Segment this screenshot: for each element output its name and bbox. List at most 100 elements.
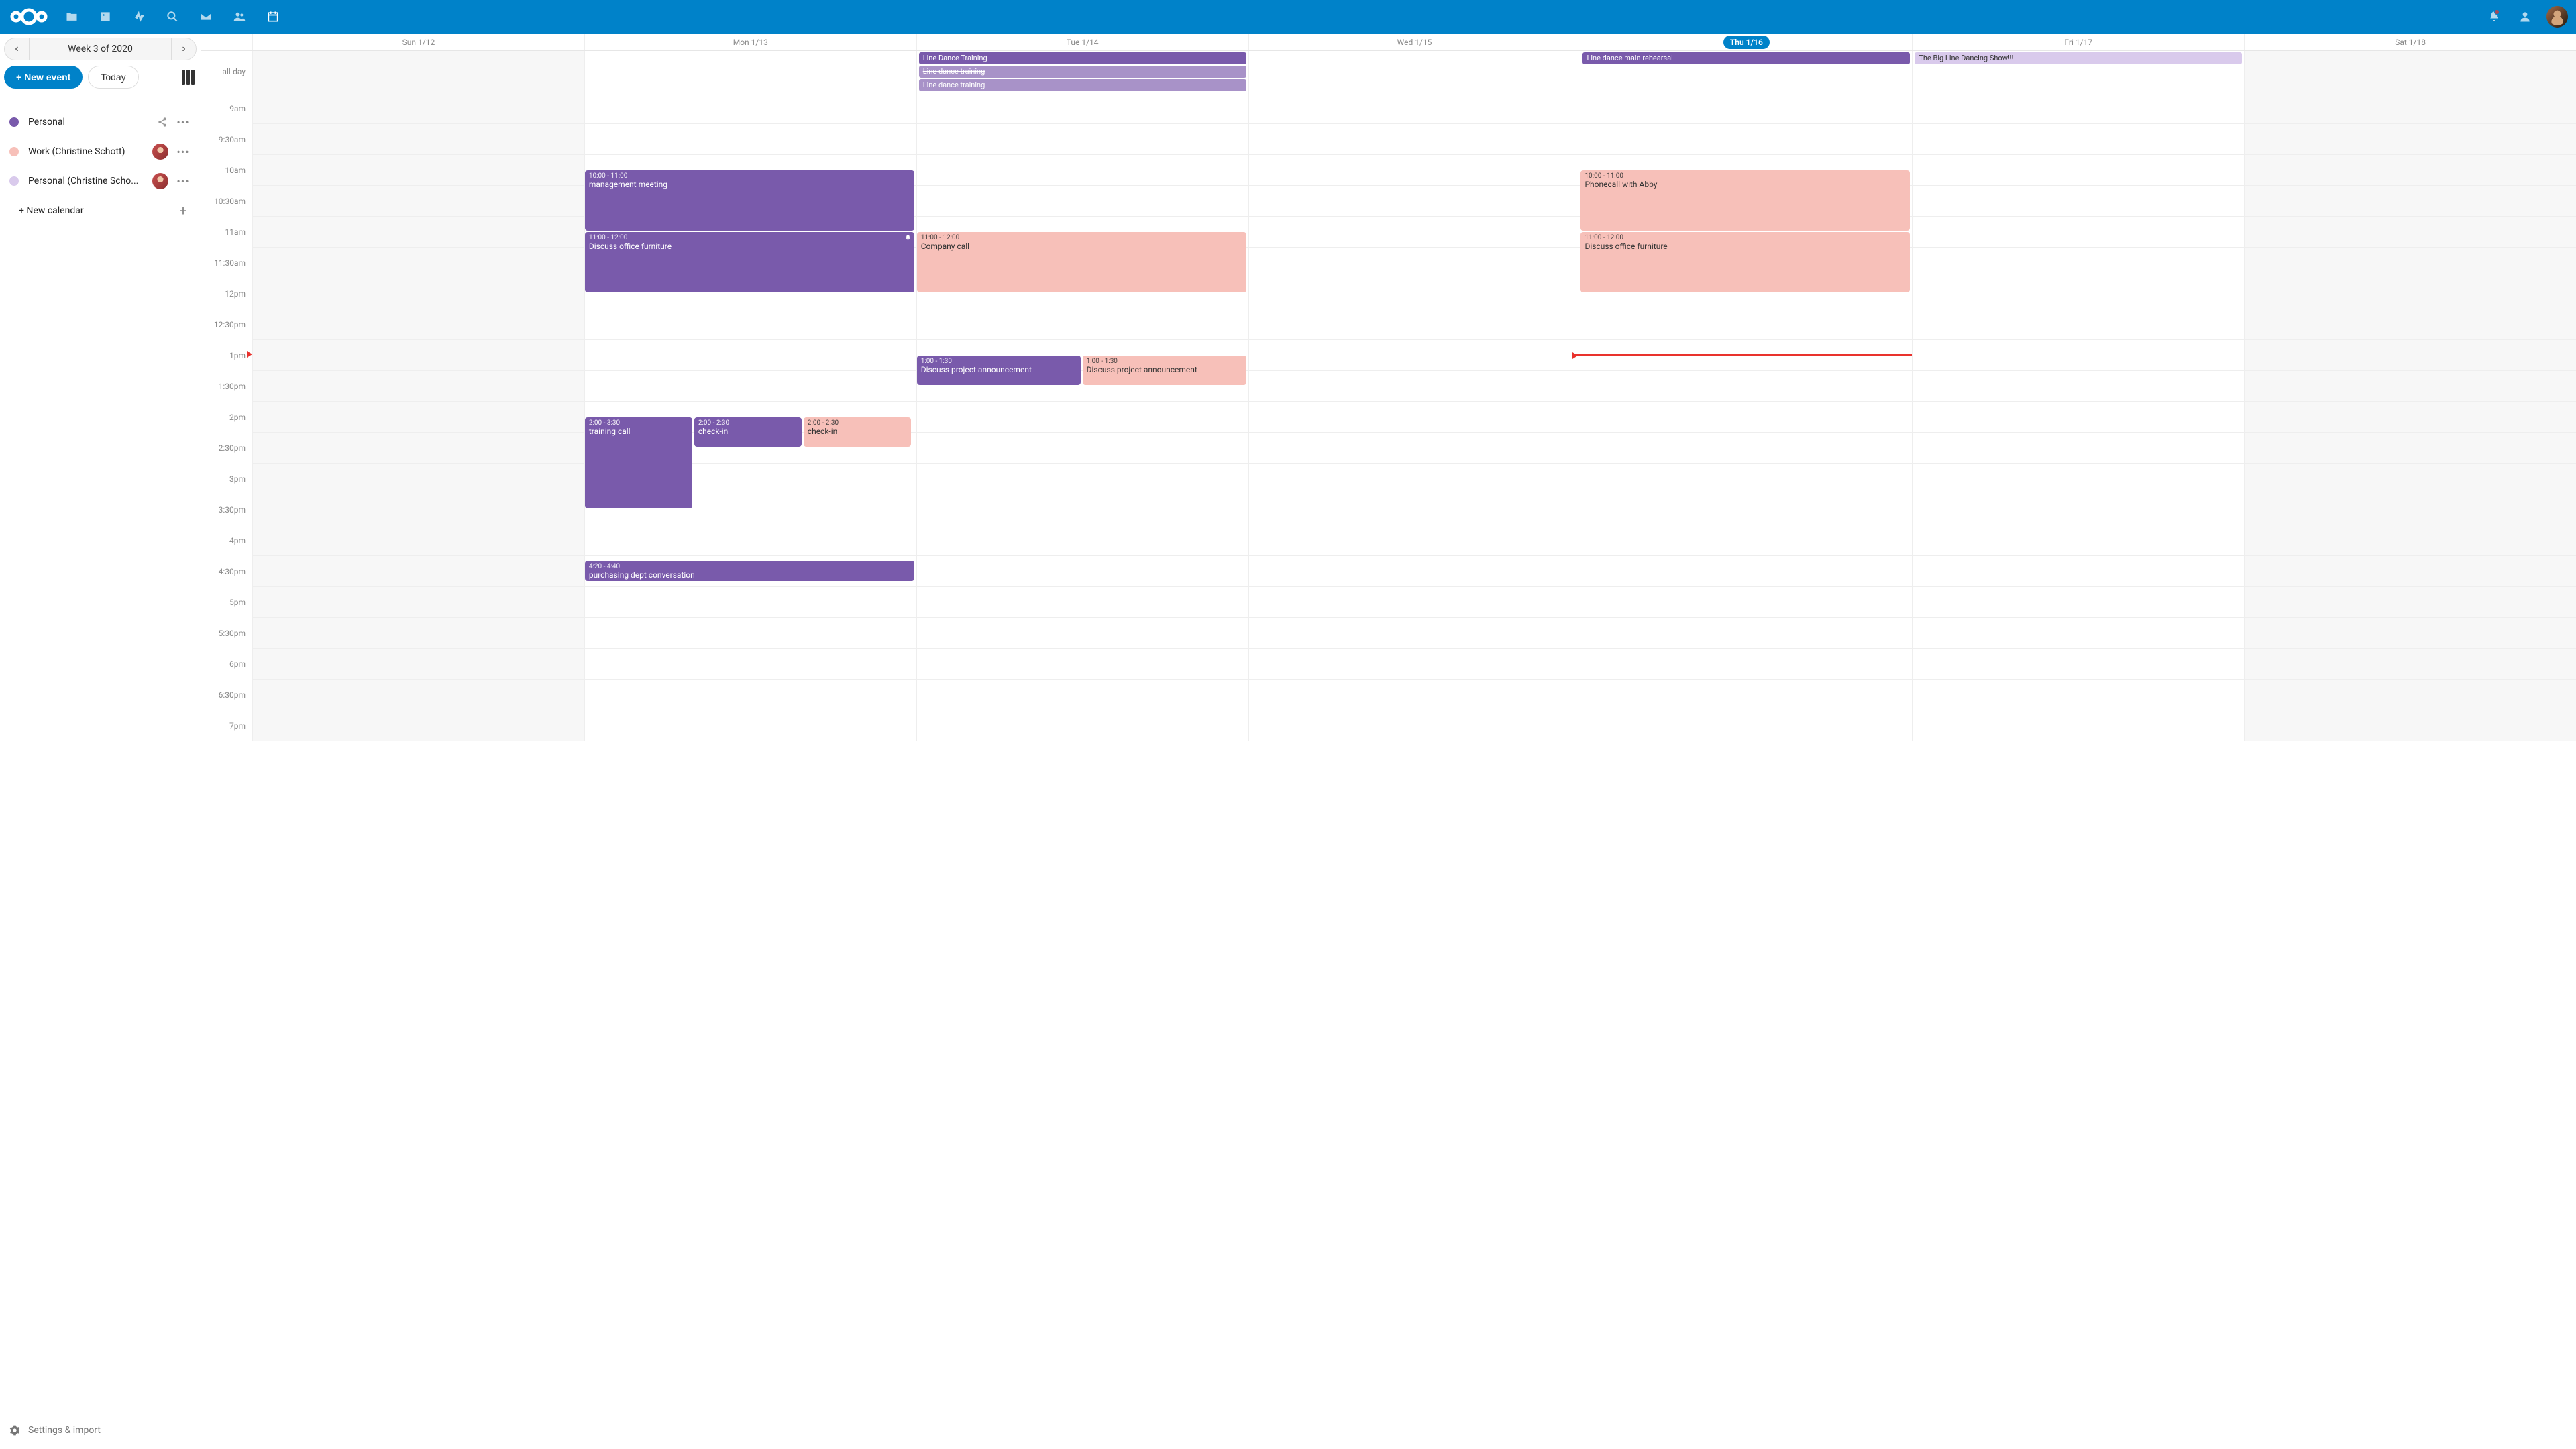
- calendar-event[interactable]: 2:00 - 2:30check-in: [694, 417, 802, 447]
- settings-label: Settings & import: [28, 1425, 101, 1436]
- today-button[interactable]: Today: [88, 66, 138, 89]
- event-time: 11:00 - 12:00: [921, 234, 1242, 241]
- new-event-button[interactable]: + New event: [4, 66, 83, 89]
- day-header[interactable]: Tue 1/14: [916, 34, 1248, 50]
- time-label: 6:30pm: [201, 680, 252, 710]
- day-column[interactable]: [2244, 93, 2576, 741]
- calendar-event[interactable]: 10:00 - 11:00management meeting: [585, 170, 914, 231]
- day-column[interactable]: 10:00 - 11:00Phonecall with Abby11:00 - …: [1580, 93, 1912, 741]
- day-header[interactable]: Sun 1/12: [252, 34, 584, 50]
- day-column[interactable]: 10:00 - 11:00management meeting11:00 - 1…: [584, 93, 916, 741]
- prev-week-button[interactable]: ‹: [5, 38, 29, 60]
- nextcloud-logo[interactable]: [8, 5, 50, 28]
- calendar-event[interactable]: 10:00 - 11:00Phonecall with Abby: [1580, 170, 1910, 231]
- settings-import-button[interactable]: Settings & import: [4, 1415, 197, 1445]
- allday-cell[interactable]: The Big Line Dancing Show!!!: [1912, 51, 2244, 93]
- calendar-color-dot: [9, 176, 19, 186]
- calendar-event[interactable]: 11:00 - 12:00Discuss office furniture: [1580, 232, 1910, 292]
- allday-event[interactable]: The Big Line Dancing Show!!!: [1915, 52, 2242, 64]
- time-label: 11:30am: [201, 248, 252, 278]
- activity-icon[interactable]: [122, 0, 156, 34]
- next-week-button[interactable]: ›: [172, 38, 196, 60]
- day-column[interactable]: [1912, 93, 2244, 741]
- now-indicator: [1575, 354, 1912, 356]
- search-icon[interactable]: [156, 0, 189, 34]
- event-title: purchasing dept conversation: [589, 570, 910, 580]
- share-icon[interactable]: [158, 117, 168, 127]
- mail-icon[interactable]: [189, 0, 223, 34]
- day-header[interactable]: Thu 1/16: [1580, 34, 1912, 50]
- reminder-bell-icon: [904, 234, 912, 241]
- day-header[interactable]: Sat 1/18: [2244, 34, 2576, 50]
- event-title: check-in: [698, 427, 798, 437]
- allday-cell[interactable]: [2244, 51, 2576, 93]
- time-label: 10:30am: [201, 186, 252, 217]
- day-column[interactable]: [252, 93, 584, 741]
- event-time: 2:00 - 3:30: [589, 419, 688, 427]
- calendar-icon[interactable]: [256, 0, 290, 34]
- allday-event[interactable]: Line dance training: [919, 79, 1246, 91]
- time-label: 4pm: [201, 525, 252, 556]
- allday-cell[interactable]: Line dance main rehearsal: [1580, 51, 1912, 93]
- day-header[interactable]: Mon 1/13: [584, 34, 916, 50]
- allday-cell[interactable]: [584, 51, 916, 93]
- calendar-more-icon[interactable]: •••: [175, 175, 191, 188]
- time-label: 3pm: [201, 464, 252, 494]
- calendar-name: Work (Christine Schott): [28, 146, 152, 157]
- event-title: Phonecall with Abby: [1585, 180, 1906, 190]
- time-label: 1pm: [201, 340, 252, 371]
- notifications-icon[interactable]: [2479, 0, 2509, 34]
- day-label: Thu 1/16: [1723, 36, 1770, 49]
- day-label: Fri 1/17: [2064, 38, 2092, 47]
- calendar-item[interactable]: Work (Christine Schott) •••: [4, 137, 197, 166]
- calendar-item[interactable]: Personal (Christine Scho...•••: [4, 166, 197, 196]
- day-header[interactable]: Fri 1/17: [1912, 34, 2244, 50]
- contacts-icon[interactable]: [223, 0, 256, 34]
- new-calendar-button[interactable]: + New calendar+: [4, 196, 197, 225]
- day-column[interactable]: [1248, 93, 1580, 741]
- shared-by-avatar: [152, 173, 168, 189]
- day-column[interactable]: 11:00 - 12:00Company call 1:00 - 1:30Disc…: [916, 93, 1248, 741]
- calendar-more-icon[interactable]: •••: [175, 116, 191, 129]
- event-time: 1:00 - 1:30: [1087, 358, 1242, 365]
- time-label: 2pm: [201, 402, 252, 433]
- event-time: 10:00 - 11:00: [1585, 172, 1906, 180]
- allday-cell[interactable]: [252, 51, 584, 93]
- photos-icon[interactable]: [89, 0, 122, 34]
- day-label: Sat 1/18: [2395, 38, 2426, 47]
- calendar-event[interactable]: 1:00 - 1:30Discuss project announcement: [1083, 356, 1246, 385]
- view-toggle-icon[interactable]: [182, 70, 197, 85]
- time-label: 7pm: [201, 710, 252, 741]
- event-title: training call: [589, 427, 688, 437]
- contacts-menu-icon[interactable]: [2510, 0, 2540, 34]
- allday-cell[interactable]: [1248, 51, 1580, 93]
- calendar-item[interactable]: Personal•••: [4, 107, 197, 137]
- calendar-event[interactable]: 11:00 - 12:00Discuss office furniture: [585, 232, 914, 292]
- time-label: 9:30am: [201, 124, 252, 155]
- calendar-event[interactable]: 4:20 - 4:40purchasing dept conversation: [585, 561, 914, 580]
- time-label: 6pm: [201, 649, 252, 680]
- calendar-color-dot: [9, 147, 19, 156]
- calendar-more-icon[interactable]: •••: [175, 146, 191, 158]
- files-icon[interactable]: [55, 0, 89, 34]
- calendar-event[interactable]: 11:00 - 12:00Company call: [917, 232, 1246, 292]
- event-time: 2:00 - 2:30: [698, 419, 798, 427]
- time-label: 4:30pm: [201, 556, 252, 587]
- date-range-label[interactable]: Week 3 of 2020: [29, 38, 172, 60]
- day-label: Wed 1/15: [1397, 38, 1432, 47]
- user-avatar[interactable]: [2546, 6, 2568, 28]
- calendar-event[interactable]: 1:00 - 1:30Discuss project announcement: [917, 356, 1081, 385]
- allday-event[interactable]: Line dance main rehearsal: [1582, 52, 1910, 64]
- allday-cell[interactable]: Line Dance Training Line dance trainingLi…: [916, 51, 1248, 93]
- time-label: 12:30pm: [201, 309, 252, 340]
- day-label: Mon 1/13: [733, 38, 768, 47]
- time-label: 5pm: [201, 587, 252, 618]
- allday-event[interactable]: Line dance training: [919, 66, 1246, 78]
- day-header[interactable]: Wed 1/15: [1248, 34, 1580, 50]
- calendar-event[interactable]: 2:00 - 3:30training call: [585, 417, 692, 508]
- event-title: management meeting: [589, 180, 910, 190]
- time-label: 2:30pm: [201, 433, 252, 464]
- allday-event[interactable]: Line Dance Training: [919, 52, 1246, 64]
- calendar-event[interactable]: 2:00 - 2:30check-in: [804, 417, 911, 447]
- event-title: Discuss office furniture: [589, 241, 910, 252]
